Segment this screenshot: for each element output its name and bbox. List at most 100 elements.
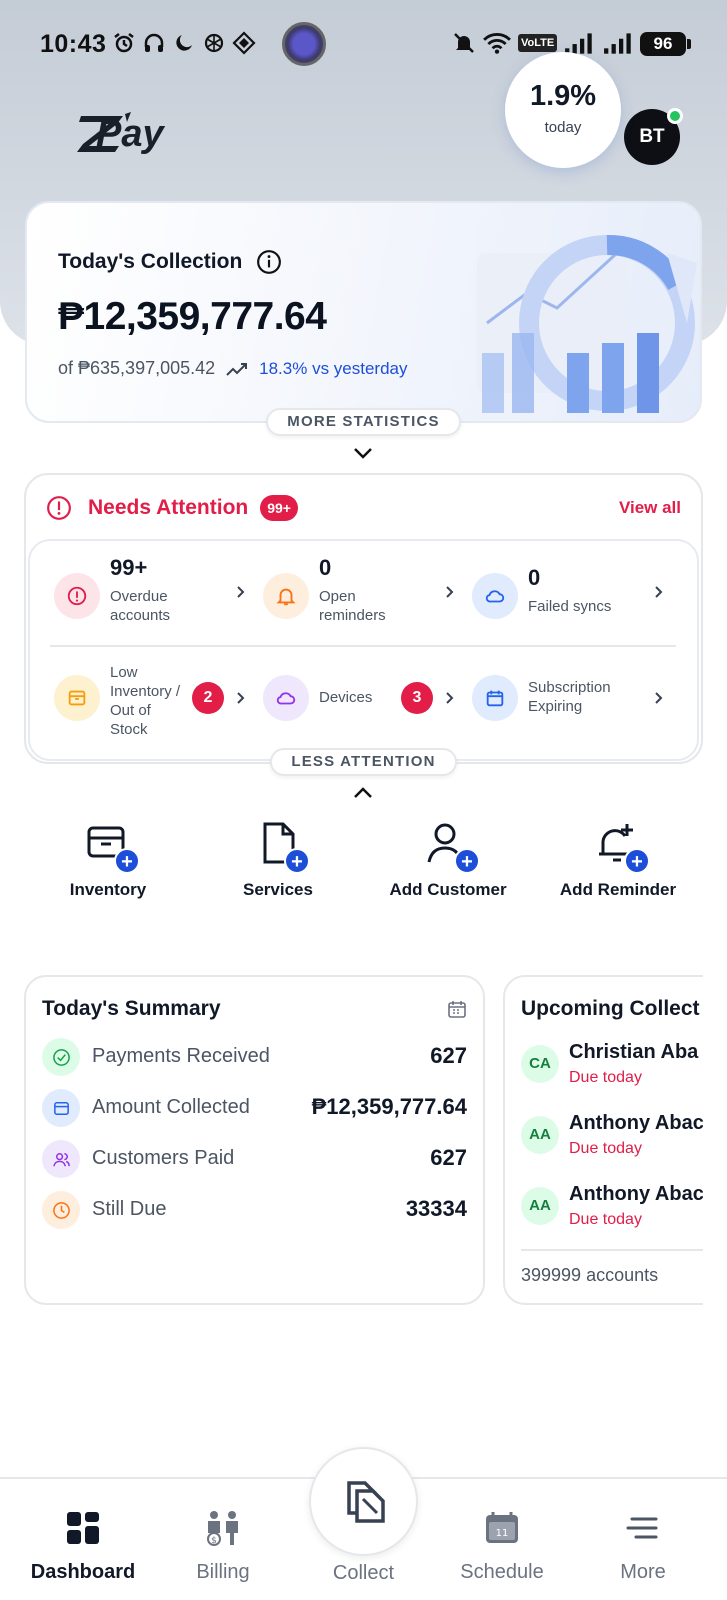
syncs-label: Failed syncs (528, 598, 612, 615)
collect-label: Collect (332, 1562, 395, 1584)
attention-item-subscription[interactable]: Subscription Expiring (472, 663, 682, 743)
quick-action-add-customer[interactable]: + Add Customer (363, 820, 533, 900)
upcoming-row[interactable]: CA Christian Aba Due today (521, 1041, 703, 1097)
wifi-icon (483, 33, 511, 54)
quick-action-services[interactable]: + Services (193, 820, 363, 900)
upcoming-divider (521, 1249, 703, 1251)
needs-attention-card: Needs Attention 99+ View all 99+ Overdue… (24, 473, 703, 764)
bell-muted-icon (454, 33, 474, 53)
trend-up-icon (226, 362, 248, 376)
upcoming-name: Christian Aba (569, 1041, 699, 1063)
nav-more[interactable]: More (573, 1509, 713, 1584)
volte-badge: VoLTE (518, 34, 558, 52)
upcoming-due: Due today (569, 1211, 642, 1228)
upcoming-row[interactable]: AA Anthony Abac Due today (521, 1183, 703, 1239)
inventory-label: Low Inventory / Out of Stock (110, 664, 181, 738)
upcoming-row[interactable]: AA Anthony Abac Due today (521, 1112, 703, 1168)
nav-label: Dashboard (30, 1561, 136, 1583)
collection-percent-label: today (544, 119, 582, 136)
calendar-icon: 11 (486, 1512, 518, 1543)
quick-action-inventory[interactable]: + Inventory (23, 820, 193, 900)
more-statistics-button[interactable]: MORE STATISTICS (266, 408, 461, 436)
todays-collection-card[interactable]: Today's Collection ₱12,359,777.64 of ₱63… (25, 201, 702, 423)
summary-value: 627 (430, 1145, 467, 1170)
attention-title: Needs Attention (88, 496, 249, 519)
chatgpt-icon (204, 33, 224, 53)
syncs-count: 0 (528, 565, 541, 590)
chevron-right-icon (237, 586, 245, 598)
nav-billing[interactable]: $ Billing (153, 1509, 293, 1584)
upcoming-due: Due today (569, 1069, 642, 1086)
collection-of-total: of ₱635,397,005.42 (58, 358, 216, 378)
summary-value: ₱12,359,777.64 (311, 1094, 467, 1119)
less-attention-button[interactable]: LESS ATTENTION (270, 748, 457, 776)
collect-button[interactable] (309, 1447, 418, 1556)
attention-item-overdue[interactable]: 99+ Overdue accounts (54, 555, 264, 635)
devices-label: Devices (319, 689, 373, 706)
summary-value: 627 (430, 1043, 467, 1068)
attention-divider (50, 645, 676, 647)
attention-badge: 99+ (260, 495, 298, 521)
summary-row-customers: Customers Paid 627 (42, 1139, 467, 1179)
plus-icon: + (114, 848, 140, 874)
attention-item-inventory[interactable]: Low Inventory / Out of Stock 2 (54, 663, 264, 743)
billing-icon: $ (207, 1511, 238, 1546)
chevron-right-icon (446, 586, 454, 598)
upcoming-collections-card[interactable]: Upcoming Collect CA Christian Aba Due to… (503, 975, 703, 1305)
summary-row-amount: Amount Collected ₱12,359,777.64 (42, 1088, 467, 1128)
wallet-icon (42, 1089, 80, 1127)
quick-action-label: Inventory (69, 880, 147, 899)
todays-summary-card: Today's Summary Payments Received 627 Am… (24, 975, 485, 1305)
plus-icon: + (284, 848, 310, 874)
dashboard-icon (67, 1512, 99, 1544)
nav-label: Schedule (460, 1561, 544, 1583)
alert-circle-icon (47, 496, 71, 520)
summary-label: Still Due (92, 1198, 167, 1220)
clock-icon (42, 1191, 80, 1229)
nav-dashboard[interactable]: Dashboard (13, 1509, 153, 1584)
users-icon (42, 1140, 80, 1178)
summary-label: Customers Paid (92, 1147, 235, 1169)
logo-text: Pay (96, 113, 164, 155)
attention-item-devices[interactable]: Devices 3 (263, 663, 473, 743)
collection-percent-circle: 1.9% today (505, 52, 621, 168)
cloud-icon (263, 675, 309, 721)
alert-icon (54, 573, 100, 619)
view-all-link[interactable]: View all (619, 498, 681, 518)
quick-action-add-reminder[interactable]: + Add Reminder (533, 820, 703, 900)
reminders-count: 0 (319, 555, 332, 580)
chevron-down-icon[interactable] (352, 446, 374, 460)
collection-percent: 1.9% (529, 80, 597, 112)
plus-icon: + (454, 848, 480, 874)
summary-row-payments: Payments Received 627 (42, 1037, 467, 1077)
attention-item-syncs[interactable]: 0 Failed syncs (472, 555, 682, 635)
upcoming-count: 399999 accounts (521, 1265, 659, 1285)
collection-title: Today's Collection (58, 250, 243, 273)
bell-icon (263, 573, 309, 619)
cloud-icon (472, 573, 518, 619)
nav-schedule[interactable]: 11 Schedule (432, 1509, 572, 1584)
app-diamond-icon (232, 31, 256, 55)
summary-value: 33334 (405, 1196, 467, 1221)
overdue-count: 99+ (110, 555, 148, 580)
chevron-up-icon[interactable] (352, 786, 374, 800)
svg-text:11: 11 (496, 1528, 509, 1539)
quick-action-label: Add Customer (389, 880, 507, 899)
overdue-label: Overdue accounts (110, 588, 171, 624)
attention-item-reminders[interactable]: 0 Open reminders (263, 555, 473, 635)
plus-icon: + (624, 848, 650, 874)
info-icon[interactable] (256, 249, 282, 275)
collection-amount: ₱12,359,777.64 (58, 295, 327, 338)
upcoming-avatar: CA (521, 1045, 559, 1083)
upcoming-avatar: AA (521, 1187, 559, 1225)
check-circle-icon (42, 1038, 80, 1076)
chevron-right-icon (655, 692, 663, 704)
battery-indicator: 96 (640, 32, 691, 56)
summary-row-still-due: Still Due 33334 (42, 1190, 467, 1230)
attention-header: Needs Attention 99+ (46, 495, 298, 521)
inventory-count-badge: 2 (192, 682, 224, 714)
summary-label: Payments Received (92, 1045, 270, 1067)
signal-icon-2 (604, 33, 631, 54)
devices-count-badge: 3 (401, 682, 433, 714)
calendar-icon[interactable] (447, 999, 467, 1019)
